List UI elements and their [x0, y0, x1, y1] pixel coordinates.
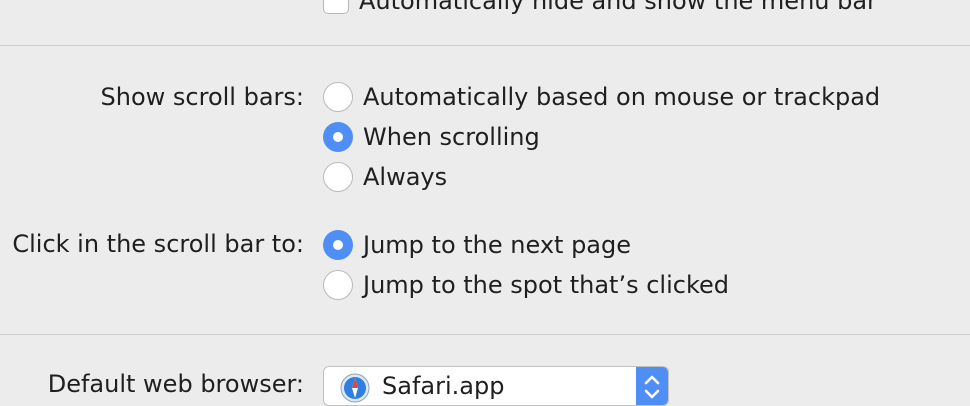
- scroll-click-spot-clicked-radio[interactable]: [323, 270, 353, 300]
- scroll-click-next-page-label: Jump to the next page: [363, 231, 632, 259]
- scroll-bars-always-label: Always: [363, 163, 448, 191]
- menu-bar-autohide-label: Automatically hide and show the menu bar: [359, 0, 877, 15]
- scroll-bars-automatic-label: Automatically based on mouse or trackpad: [363, 83, 881, 111]
- default-browser-label: Default web browser:: [47, 370, 304, 398]
- scroll-bars-option-when-scrolling[interactable]: When scrolling: [323, 120, 540, 154]
- safari-compass-icon: [340, 373, 370, 403]
- section-divider-top: [0, 45, 970, 46]
- scroll-bars-option-always[interactable]: Always: [323, 160, 447, 194]
- scroll-bars-always-radio[interactable]: [323, 162, 353, 192]
- menu-bar-autohide-option[interactable]: Automatically hide and show the menu bar: [323, 0, 877, 18]
- click-scroll-bar-label: Click in the scroll bar to:: [12, 230, 304, 258]
- chevron-up-down-icon: [644, 375, 660, 399]
- scroll-click-option-next-page[interactable]: Jump to the next page: [323, 228, 631, 262]
- scroll-bars-option-automatic[interactable]: Automatically based on mouse or trackpad: [323, 80, 880, 114]
- scroll-bars-when-scrolling-label: When scrolling: [363, 123, 540, 151]
- show-scroll-bars-label: Show scroll bars:: [100, 83, 304, 111]
- scroll-click-next-page-radio[interactable]: [323, 230, 353, 260]
- default-browser-popup[interactable]: Safari.app: [323, 366, 669, 406]
- scroll-click-spot-clicked-label: Jump to the spot that’s clicked: [363, 271, 729, 299]
- popup-stepper-button[interactable]: [636, 367, 668, 405]
- scroll-click-option-spot-clicked[interactable]: Jump to the spot that’s clicked: [323, 268, 729, 302]
- menu-bar-autohide-checkbox[interactable]: [323, 0, 349, 14]
- scroll-bars-automatic-radio[interactable]: [323, 82, 353, 112]
- scroll-bars-when-scrolling-radio[interactable]: [323, 122, 353, 152]
- default-browser-value: Safari.app: [382, 372, 505, 400]
- section-divider-bottom: [0, 334, 970, 335]
